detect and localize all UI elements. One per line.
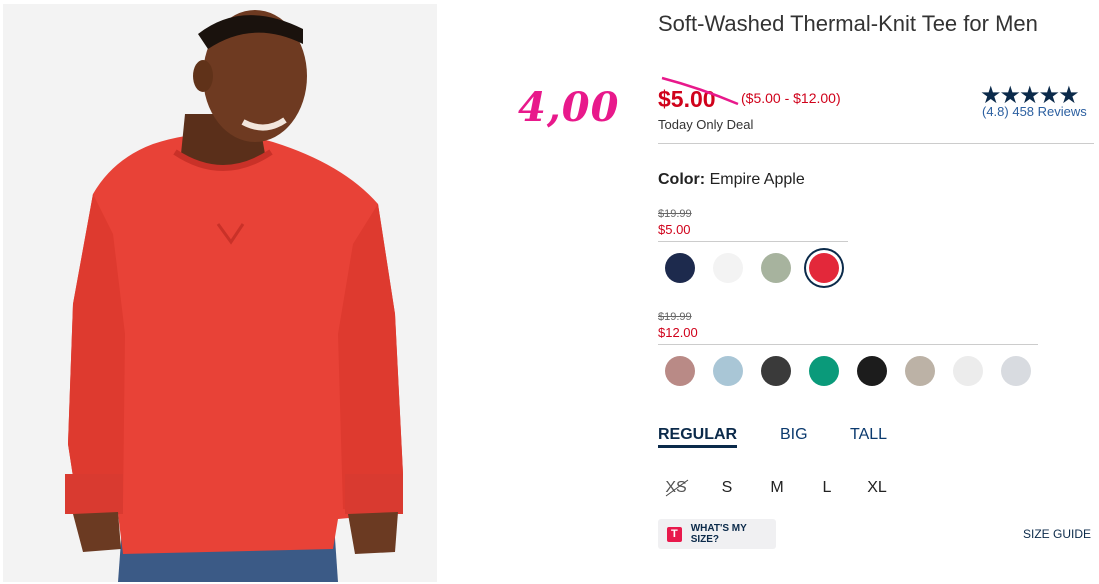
group-price: $12.00 [658, 325, 698, 340]
divider [658, 143, 1094, 144]
deal-label: Today Only Deal [658, 117, 754, 132]
true-fit-icon: T [667, 526, 682, 542]
swatch-white[interactable] [713, 253, 743, 283]
size-l[interactable]: L [812, 479, 842, 497]
tab-regular[interactable]: REGULAR [658, 426, 738, 448]
swatch-sage[interactable] [761, 253, 791, 283]
product-image[interactable] [3, 4, 437, 582]
swatch-light-blue[interactable] [713, 356, 743, 386]
swatch-black[interactable] [857, 356, 887, 386]
product-title: Soft-Washed Thermal-Knit Tee for Men [658, 11, 1038, 36]
original-price: $19.99 [658, 208, 692, 220]
swatch-charcoal[interactable] [761, 356, 791, 386]
divider [658, 344, 1038, 345]
unavailable-slash-icon [665, 479, 689, 497]
swatch-empire-apple[interactable] [809, 253, 839, 283]
reviews-link[interactable]: (4.8) 458 Reviews [982, 104, 1087, 119]
swatch-navy[interactable] [665, 253, 695, 283]
handwritten-strike-mark [661, 76, 739, 106]
tab-tall[interactable]: TALL [850, 426, 887, 444]
swatch-light-grey[interactable] [1001, 356, 1031, 386]
divider [658, 241, 848, 242]
swatch-off-white[interactable] [953, 356, 983, 386]
color-label: Color: Empire Apple [658, 171, 805, 189]
swatch-mauve[interactable] [665, 356, 695, 386]
size-guide-link[interactable]: SIZE GUIDE [1023, 527, 1091, 541]
size-s[interactable]: S [712, 479, 742, 497]
group-price: $5.00 [658, 222, 691, 237]
handwritten-price-annotation: 4,00 [518, 84, 620, 131]
price-range: ($5.00 - $12.00) [741, 90, 841, 106]
size-xl[interactable]: XL [862, 479, 892, 497]
tab-big[interactable]: BIG [780, 426, 808, 444]
selected-color-name: Empire Apple [709, 171, 805, 188]
whats-my-size-button[interactable]: T WHAT'S MY SIZE? [658, 519, 776, 549]
original-price: $19.99 [658, 311, 692, 323]
color-label-title: Color: [658, 171, 706, 188]
swatch-green[interactable] [809, 356, 839, 386]
swatch-oatmeal[interactable] [905, 356, 935, 386]
size-m[interactable]: M [762, 479, 792, 497]
whats-my-size-label: WHAT'S MY SIZE? [690, 523, 747, 545]
